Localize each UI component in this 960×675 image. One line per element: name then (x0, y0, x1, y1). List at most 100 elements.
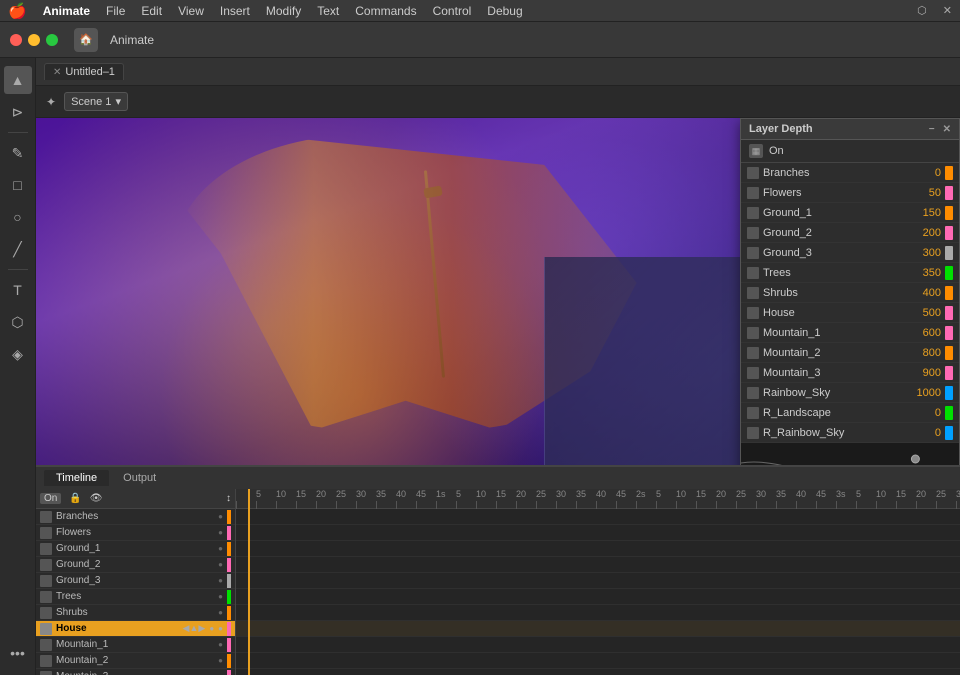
ld-layer-name: R_Rainbow_Sky (763, 427, 897, 439)
doc-tab-untitled[interactable]: ✕ Untitled–1 (44, 63, 124, 80)
time-mark: 30 (956, 489, 960, 499)
panel-tabs: Timeline Output (36, 467, 960, 489)
home-button[interactable]: 🏠 (74, 28, 98, 52)
ld-layer-row[interactable]: Flowers 50 (741, 183, 959, 203)
menu-commands[interactable]: Commands (355, 4, 416, 18)
text-tool[interactable]: T (4, 276, 32, 304)
timeline-track-row[interactable] (236, 557, 960, 573)
bucket-tool[interactable]: ⬡ (4, 308, 32, 336)
scene-selector[interactable]: Scene 1 ▾ (64, 92, 128, 111)
ld-close[interactable]: ✕ (943, 124, 951, 135)
ld-layer-value: 50 (901, 187, 941, 199)
timeline-layer-row[interactable]: Shrubs ● (36, 605, 235, 621)
window-close[interactable]: ✕ (943, 4, 952, 17)
oval-tool[interactable]: ○ (4, 203, 32, 231)
layer-icon (40, 655, 52, 667)
more-tools[interactable]: ••• (4, 639, 32, 667)
time-mark-line (516, 501, 517, 509)
timeline-track-row[interactable] (236, 653, 960, 669)
line-tool[interactable]: ╱ (4, 235, 32, 263)
layer-motion-arrows: ◀▲▶ (183, 623, 206, 634)
toolbar-separator-2 (8, 269, 28, 270)
menu-file[interactable]: File (106, 4, 125, 18)
timeline-track-row[interactable] (236, 621, 960, 637)
timeline-layer-row[interactable]: Trees ● (36, 589, 235, 605)
timeline-track-row[interactable] (236, 525, 960, 541)
menu-edit[interactable]: Edit (141, 4, 162, 18)
timeline-layer-row[interactable]: Mountain_3 ● (36, 669, 235, 675)
ld-layer-row[interactable]: Rainbow_Sky 1000 (741, 383, 959, 403)
eraser-tool[interactable]: ◈ (4, 340, 32, 368)
apple-menu[interactable]: 🍎 (8, 2, 27, 20)
tab-timeline[interactable]: Timeline (44, 470, 109, 486)
time-mark-line (436, 501, 437, 509)
pen-tool[interactable]: ✎ (4, 139, 32, 167)
ld-layer-row[interactable]: House 500 (741, 303, 959, 323)
tl-add-icon[interactable]: ↕ (226, 493, 231, 504)
layer-name: House (56, 623, 179, 634)
select-tool[interactable]: ▲ (4, 66, 32, 94)
ld-layer-row[interactable]: Shrubs 400 (741, 283, 959, 303)
ld-header: Layer Depth − ✕ (741, 119, 959, 140)
time-mark: 5 (856, 489, 861, 499)
ld-layer-value: 0 (901, 407, 941, 419)
timeline-layer-row[interactable]: Flowers ● (36, 525, 235, 541)
ld-layer-row[interactable]: Mountain_2 800 (741, 343, 959, 363)
timeline-track-row[interactable] (236, 669, 960, 675)
ld-layer-row[interactable]: Trees 350 (741, 263, 959, 283)
timeline-track-row[interactable] (236, 605, 960, 621)
ld-layer-row[interactable]: R_Rainbow_Sky 0 (741, 423, 959, 443)
timeline-layer-row[interactable]: Ground_3 ● (36, 573, 235, 589)
ld-layer-row[interactable]: Ground_2 200 (741, 223, 959, 243)
menu-debug[interactable]: Debug (487, 4, 522, 18)
layer-dot-ctrl: ● (218, 544, 223, 553)
ld-layer-row[interactable]: Branches 0 (741, 163, 959, 183)
timeline-layer-row[interactable]: Ground_1 ● (36, 541, 235, 557)
timeline-layer-row[interactable]: Ground_2 ● (36, 557, 235, 573)
timeline-layer-row[interactable]: Branches ● (36, 509, 235, 525)
tab-close-icon[interactable]: ✕ (53, 67, 61, 78)
time-mark: 1s (436, 489, 446, 499)
ld-layer-value: 400 (901, 287, 941, 299)
main-area: ▲ ⊳ ✎ □ ○ ╱ T ⬡ ◈ ••• ✕ Untitled–1 ✦ Sce… (0, 58, 960, 675)
timeline-layer-row[interactable]: Mountain_2 ● (36, 653, 235, 669)
menu-text[interactable]: Text (317, 4, 339, 18)
time-mark-line (596, 501, 597, 509)
ld-layer-icon (747, 347, 759, 359)
timeline-track-row[interactable] (236, 541, 960, 557)
ld-layer-row[interactable]: Mountain_1 600 (741, 323, 959, 343)
ld-layer-row[interactable]: Mountain_3 900 (741, 363, 959, 383)
menu-modify[interactable]: Modify (266, 4, 301, 18)
playhead (248, 489, 250, 675)
ld-layer-icon (747, 247, 759, 259)
ld-layer-row[interactable]: R_Landscape 0 (741, 403, 959, 423)
tl-track-rows (236, 509, 960, 675)
time-mark-line (956, 501, 957, 509)
timeline-tracks[interactable]: 510152025303540451s510152025303540452s51… (236, 489, 960, 675)
timeline-track-row[interactable] (236, 509, 960, 525)
timeline-track-row[interactable] (236, 573, 960, 589)
menu-control[interactable]: Control (433, 4, 472, 18)
ld-minimize[interactable]: − (929, 124, 935, 135)
time-mark-line (676, 501, 677, 509)
window-minimize[interactable]: ⬡ (917, 4, 927, 17)
scene-icon: ✦ (46, 95, 56, 109)
timeline-track-row[interactable] (236, 637, 960, 653)
minimize-button[interactable] (28, 34, 40, 46)
ld-layer-row[interactable]: Ground_3 300 (741, 243, 959, 263)
maximize-button[interactable] (46, 34, 58, 46)
stage[interactable]: 城市 Layer Depth − ✕ ▦ On Branch (36, 118, 960, 465)
timeline-layer-row[interactable]: Mountain_1 ● (36, 637, 235, 653)
tab-output[interactable]: Output (111, 470, 168, 486)
subselect-tool[interactable]: ⊳ (4, 98, 32, 126)
ld-layer-name: Shrubs (763, 287, 897, 299)
time-mark-line (416, 501, 417, 509)
menu-view[interactable]: View (178, 4, 204, 18)
rect-tool[interactable]: □ (4, 171, 32, 199)
timeline-layer-row[interactable]: House ◀▲▶ ● ● (36, 621, 235, 637)
close-button[interactable] (10, 34, 22, 46)
menu-insert[interactable]: Insert (220, 4, 250, 18)
time-mark-line (576, 501, 577, 509)
timeline-track-row[interactable] (236, 589, 960, 605)
ld-layer-row[interactable]: Ground_1 150 (741, 203, 959, 223)
